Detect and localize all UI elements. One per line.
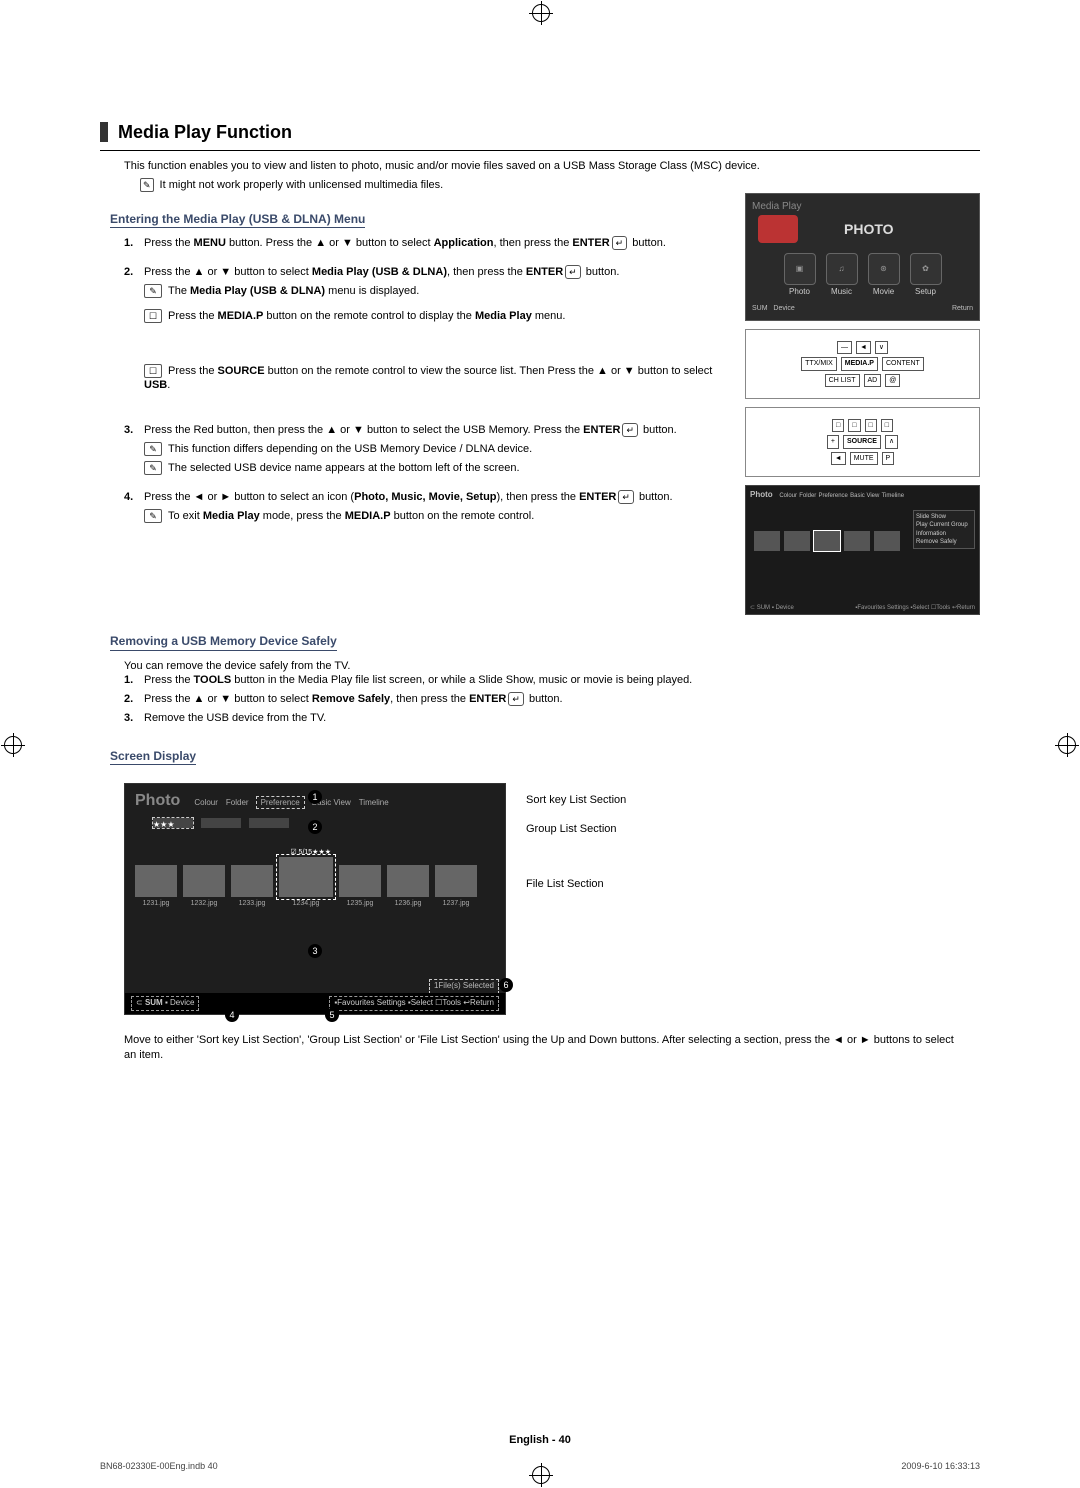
final-paragraph: Move to either 'Sort key List Section', … bbox=[124, 1033, 956, 1063]
step-3: 3. Press the Red button, then press the … bbox=[124, 423, 725, 476]
intro-note: ✎It might not work properly with unlicen… bbox=[140, 178, 980, 193]
sd-thumb: 1235.jpg bbox=[339, 865, 381, 908]
callout-3-marker: 3 bbox=[308, 944, 322, 958]
registration-mark-left bbox=[4, 736, 22, 754]
heading-mark bbox=[100, 122, 108, 142]
sd-thumb: 1231.jpg bbox=[135, 865, 177, 908]
media-play-screenshot: Media Play PHOTO ▣Photo ♫Music ⊛Movie ✿S… bbox=[745, 193, 980, 321]
print-timestamp: 2009-6-10 16:33:13 bbox=[901, 1460, 980, 1472]
sd-group-row: ★★★ bbox=[153, 818, 497, 828]
tile-photo: ▣Photo bbox=[784, 253, 816, 298]
step-2: 2. Press the ▲ or ▼ button to select Med… bbox=[124, 265, 725, 393]
note-icon: ✎ bbox=[144, 284, 162, 298]
sd-photo-label: Photo bbox=[135, 790, 180, 812]
remove-step-2: 2.Press the ▲ or ▼ button to select Remo… bbox=[124, 692, 980, 707]
page-footer: English - 40 bbox=[0, 1433, 1080, 1448]
callout-5-marker: 5 bbox=[325, 1008, 339, 1022]
sd-thumb: 1232.jpg bbox=[183, 865, 225, 908]
sd-thumb-selected: ☑ 5/15★★★1234.jpg bbox=[279, 848, 333, 909]
tile-movie: ⊛Movie bbox=[868, 253, 900, 298]
callout-3-label: File List Section bbox=[526, 877, 626, 892]
step-4-note-1: ✎To exit Media Play mode, press the MEDI… bbox=[144, 509, 725, 524]
heading-rule bbox=[100, 150, 980, 151]
sd-thumb: 1233.jpg bbox=[231, 865, 273, 908]
step-2-note-3: ☐Press the SOURCE button on the remote c… bbox=[144, 364, 725, 394]
step-4: 4. Press the ◄ or ► button to select an … bbox=[124, 490, 725, 524]
subheading-entering: Entering the Media Play (USB & DLNA) Men… bbox=[110, 211, 365, 228]
remote-diagram-2: □□□□ +SOURCE∧ ◄MUTEP bbox=[745, 407, 980, 477]
subheading-removing: Removing a USB Memory Device Safely bbox=[110, 633, 337, 650]
step-2-note-1: ✎The Media Play (USB & DLNA) menu is dis… bbox=[144, 284, 725, 299]
step-3-note-1: ✎This function differs depending on the … bbox=[144, 442, 725, 457]
enter-icon: ↵ bbox=[622, 423, 638, 437]
step-3-note-2: ✎The selected USB device name appears at… bbox=[144, 461, 725, 476]
enter-icon: ↵ bbox=[565, 265, 581, 279]
step-1: 1. Press the MENU button. Press the ▲ or… bbox=[124, 236, 725, 251]
remove-intro: You can remove the device safely from th… bbox=[124, 659, 980, 674]
callout-6-marker: 6 bbox=[499, 978, 513, 992]
subheading-screen-display: Screen Display bbox=[110, 748, 196, 765]
remove-step-1: 1.Press the TOOLS button in the Media Pl… bbox=[124, 673, 980, 688]
intro-text: This function enables you to view and li… bbox=[124, 159, 980, 174]
callout-2-marker: 2 bbox=[308, 820, 322, 834]
print-info: BN68-02330E-00Eng.indb 40 2009-6-10 16:3… bbox=[100, 1460, 980, 1472]
note-icon: ✎ bbox=[144, 442, 162, 456]
tile-setup: ✿Setup bbox=[910, 253, 942, 298]
remove-step-3: 3.Remove the USB device from the TV. bbox=[124, 711, 980, 726]
steps-list-entering: 1. Press the MENU button. Press the ▲ or… bbox=[124, 236, 725, 523]
screen-display-box: Photo ColourFolderPreferenceBasic ViewTi… bbox=[124, 783, 506, 1015]
remote-icon: ☐ bbox=[144, 364, 162, 378]
sd-thumb: 1236.jpg bbox=[387, 865, 429, 908]
media-title: Media Play bbox=[752, 200, 973, 214]
right-column: Media Play PHOTO ▣Photo ♫Music ⊛Movie ✿S… bbox=[745, 193, 980, 615]
registration-mark-top bbox=[532, 4, 550, 22]
note-icon: ✎ bbox=[144, 461, 162, 475]
media-tiles: ▣Photo ♫Music ⊛Movie ✿Setup bbox=[752, 253, 973, 298]
sd-file-strip: 1231.jpg 1232.jpg 1233.jpg ☑ 5/15★★★1234… bbox=[135, 848, 497, 909]
sd-bottom-bar: ⊂ SUM ▪ Device ▪Favourites Settings ▪Sel… bbox=[125, 993, 505, 1014]
two-column-layout: Entering the Media Play (USB & DLNA) Men… bbox=[100, 193, 980, 615]
screen-display-diagram: Photo ColourFolderPreferenceBasic ViewTi… bbox=[124, 783, 980, 1015]
registration-mark-right bbox=[1058, 736, 1076, 754]
enter-icon: ↵ bbox=[612, 236, 628, 250]
manual-page: Media Play Function This function enable… bbox=[0, 0, 1080, 1488]
step-2-note-2: ☐Press the MEDIA.P button on the remote … bbox=[144, 309, 725, 324]
callout-2-label: Group List Section bbox=[526, 822, 626, 837]
sd-tabs: ColourFolderPreferenceBasic ViewTimeline bbox=[194, 796, 396, 809]
note-icon: ✎ bbox=[140, 178, 154, 192]
note-icon: ✎ bbox=[144, 509, 162, 523]
left-column: Entering the Media Play (USB & DLNA) Men… bbox=[100, 193, 725, 615]
remote-icon: ☐ bbox=[144, 309, 162, 323]
callout-1-marker: 1 bbox=[308, 790, 322, 804]
callout-1-label: Sort key List Section bbox=[526, 793, 626, 808]
steps-list-removing: 1.Press the TOOLS button in the Media Pl… bbox=[124, 673, 980, 726]
sd-thumb: 1237.jpg bbox=[435, 865, 477, 908]
heading-bar: Media Play Function bbox=[100, 120, 980, 144]
file-name: BN68-02330E-00Eng.indb 40 bbox=[100, 1460, 218, 1472]
tile-music: ♫Music bbox=[826, 253, 858, 298]
remote-diagram-1: —◄∨ TTX/MIXMEDIA.PCONTENT CH LISTAD@ bbox=[745, 329, 980, 399]
enter-icon: ↵ bbox=[508, 692, 524, 706]
photo-label: PHOTO bbox=[844, 220, 894, 239]
callout-labels: Sort key List Section Group List Section… bbox=[526, 783, 626, 1015]
callout-4-marker: 4 bbox=[225, 1008, 239, 1022]
photo-list-screenshot: Photo Colour Folder Preference Basic Vie… bbox=[745, 485, 980, 615]
sd-selected-count: 1File(s) Selected bbox=[429, 979, 499, 994]
page-heading: Media Play Function bbox=[118, 120, 292, 144]
enter-icon: ↵ bbox=[618, 490, 634, 504]
camera-icon bbox=[758, 215, 798, 243]
